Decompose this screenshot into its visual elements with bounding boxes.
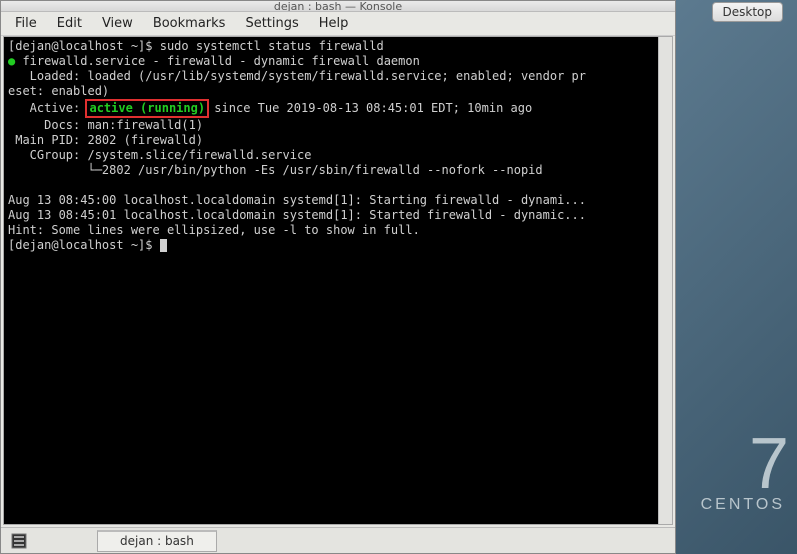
menu-file[interactable]: File <box>5 14 47 33</box>
desktop-switch-button[interactable]: Desktop <box>712 2 784 22</box>
docs-line: Docs: man:firewalld(1) <box>8 118 203 132</box>
terminal-scrollbar[interactable] <box>658 37 672 524</box>
cgroup-line-2: └─2802 /usr/bin/python -Es /usr/sbin/fir… <box>8 163 543 177</box>
wallpaper-distro: CENTOS <box>701 496 785 514</box>
prompt-2: [dejan@localhost ~]$ <box>8 238 160 252</box>
menu-view[interactable]: View <box>92 14 143 33</box>
active-label: Active: <box>8 101 87 115</box>
wallpaper-branding: 7 CENTOS <box>701 428 785 514</box>
apps-icon[interactable] <box>7 531 31 551</box>
loaded-line: Loaded: loaded (/usr/lib/systemd/system/… <box>8 69 586 83</box>
terminal-output[interactable]: [dejan@localhost ~]$ sudo systemctl stat… <box>3 36 673 525</box>
active-status-highlight: active (running) <box>85 99 209 118</box>
service-line: firewalld.service - firewalld - dynamic … <box>15 54 420 68</box>
wallpaper-version: 7 <box>701 428 785 500</box>
command-1: sudo systemctl status firewalld <box>160 39 384 53</box>
window-title: dejan : bash — Konsole <box>274 1 402 12</box>
mainpid-line: Main PID: 2802 (firewalld) <box>8 133 203 147</box>
active-since: since Tue 2019-08-13 08:45:01 EDT; 10min… <box>207 101 532 115</box>
terminal-window: dejan : bash — Konsole File Edit View Bo… <box>0 0 676 554</box>
menu-bookmarks[interactable]: Bookmarks <box>143 14 236 33</box>
desktop-button-label: Desktop <box>723 5 773 19</box>
log-line-2: Aug 13 08:45:01 localhost.localdomain sy… <box>8 208 586 222</box>
log-line-1: Aug 13 08:45:00 localhost.localdomain sy… <box>8 193 586 207</box>
hint-line: Hint: Some lines were ellipsized, use -l… <box>8 223 420 237</box>
window-titlebar[interactable]: dejan : bash — Konsole <box>1 1 675 12</box>
menu-help[interactable]: Help <box>309 14 359 33</box>
taskbar-tab-label: dejan : bash <box>120 534 194 548</box>
taskbar-tab-terminal[interactable]: dejan : bash <box>97 530 217 552</box>
active-status: active (running) <box>89 101 205 115</box>
taskbar: dejan : bash <box>1 527 675 553</box>
prompt-1: [dejan@localhost ~]$ <box>8 39 160 53</box>
menu-settings[interactable]: Settings <box>235 14 308 33</box>
cgroup-line: CGroup: /system.slice/firewalld.service <box>8 148 311 162</box>
menu-edit[interactable]: Edit <box>47 14 92 33</box>
terminal-cursor <box>160 239 167 252</box>
menubar: File Edit View Bookmarks Settings Help <box>1 12 675 36</box>
loaded-line-2: eset: enabled) <box>8 84 109 98</box>
